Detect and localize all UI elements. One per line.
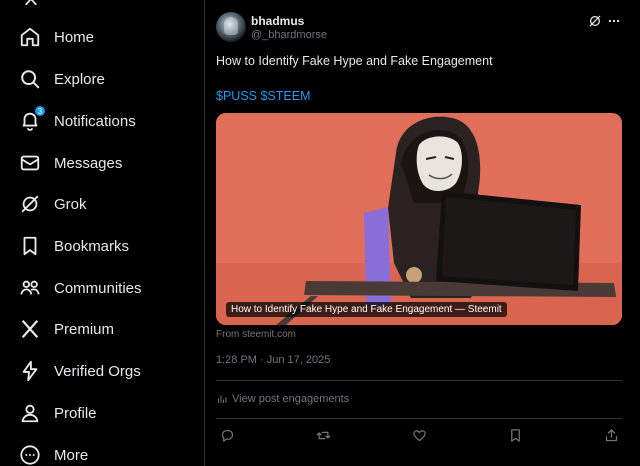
sidebar-item-label: Communities [54, 279, 142, 297]
notification-badge: 3 [34, 105, 46, 117]
person-icon [18, 401, 42, 425]
sidebar-item-bookmarks[interactable]: Bookmarks [18, 228, 129, 264]
search-icon [18, 67, 42, 91]
sidebar: Home Explore 3 Notifications Messages Gr… [0, 0, 204, 466]
sidebar-item-label: Bookmarks [54, 237, 130, 255]
post-text: How to Identify Fake Hype and Fake Engag… [216, 54, 493, 68]
view-engagements-label: View post engagements [232, 393, 350, 405]
sidebar-item-label: Premium [54, 320, 115, 338]
post-timestamp[interactable]: 1:28 PM · Jun 17, 2025 [216, 354, 330, 366]
sidebar-item-label: Verified Orgs [54, 362, 141, 380]
sidebar-item-profile[interactable]: Profile [18, 395, 97, 431]
heart-icon [412, 429, 426, 441]
author-name[interactable]: bhadmus [251, 14, 304, 28]
sidebar-item-grok[interactable]: Grok [18, 186, 87, 222]
sidebar-item-label: Messages [54, 154, 123, 172]
sidebar-item-messages[interactable]: Messages [18, 145, 122, 181]
divider [216, 418, 622, 419]
bookmark-button[interactable] [506, 426, 524, 444]
grok-explain-icon[interactable] [587, 13, 603, 29]
divider [216, 380, 622, 381]
sidebar-item-notifications[interactable]: 3 Notifications [18, 103, 136, 139]
reply-icon [221, 429, 233, 442]
more-circle-icon [18, 443, 42, 466]
sidebar-item-more[interactable]: More [18, 437, 88, 466]
card-caption: How to Identify Fake Hype and Fake Engag… [226, 302, 507, 317]
share-button[interactable] [602, 426, 620, 444]
sidebar-item-communities[interactable]: Communities [18, 270, 142, 306]
card-image [216, 113, 622, 325]
sidebar-item-label: More [54, 446, 89, 464]
bookmark-icon [510, 428, 520, 442]
envelope-icon [18, 151, 42, 175]
sidebar-item-verified-orgs[interactable]: Verified Orgs [18, 353, 141, 389]
sidebar-item-premium[interactable]: Premium [18, 311, 114, 347]
x-logo-icon[interactable] [22, 0, 40, 6]
lightning-icon [18, 359, 42, 383]
share-icon [605, 428, 617, 441]
x-logo-icon [18, 317, 42, 341]
reply-button[interactable] [218, 426, 236, 444]
sidebar-item-label: Explore [54, 70, 105, 88]
people-icon [18, 276, 42, 300]
sidebar-item-label: Home [54, 28, 95, 46]
analytics-icon [218, 395, 227, 403]
card-source[interactable]: From steemit.com [216, 329, 296, 340]
bell-icon: 3 [18, 105, 46, 133]
sidebar-item-home[interactable]: Home [18, 19, 94, 55]
grok-icon [18, 192, 42, 216]
sidebar-item-label: Profile [54, 404, 97, 422]
like-button[interactable] [410, 426, 428, 444]
sidebar-item-label: Notifications [54, 112, 136, 130]
repost-button[interactable] [314, 426, 332, 444]
link-card[interactable]: How to Identify Fake Hype and Fake Engag… [216, 113, 622, 325]
author-handle[interactable]: @_bhardmorse [251, 29, 327, 41]
view-engagements-link[interactable]: View post engagements [216, 391, 349, 407]
avatar[interactable] [216, 12, 246, 42]
home-icon [18, 25, 42, 49]
post-cashtags[interactable]: $PUSS $STEEM [216, 89, 310, 103]
bookmark-icon [18, 234, 42, 258]
post: bhadmus @_bhardmorse How to Identify Fak… [205, 0, 640, 466]
repost-icon [316, 431, 330, 439]
sidebar-item-label: Grok [54, 195, 87, 213]
more-options-icon[interactable] [606, 13, 622, 29]
sidebar-item-explore[interactable]: Explore [18, 61, 105, 97]
